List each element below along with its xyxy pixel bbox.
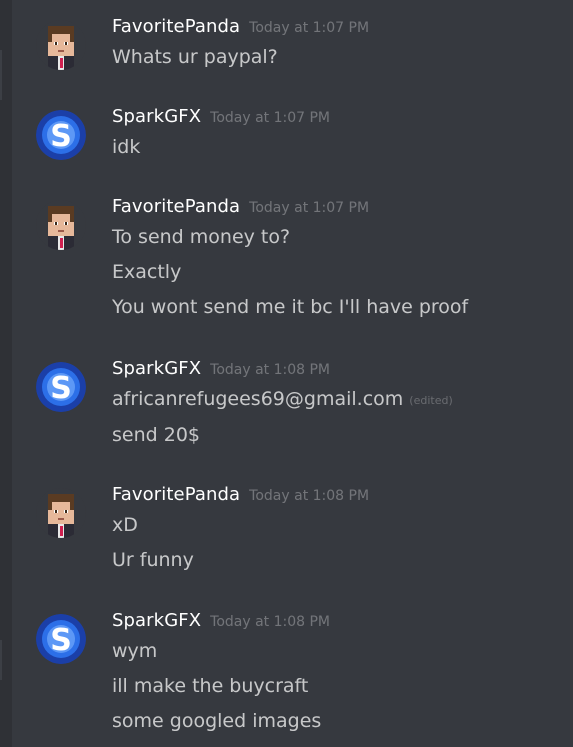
- message-header: FavoritePanda Today at 1:08 PM: [112, 482, 369, 508]
- email-text: africanrefugees69@gmail.com: [112, 388, 404, 410]
- svg-text:S: S: [50, 119, 72, 154]
- minecraft-character-avatar-icon: [36, 200, 86, 250]
- username[interactable]: SparkGFX: [112, 610, 201, 631]
- message-text: idk: [112, 136, 141, 158]
- message-text: Whats ur paypal?: [112, 46, 278, 68]
- message-text: Ur funny: [112, 549, 194, 571]
- username[interactable]: FavoritePanda: [112, 196, 240, 217]
- avatar[interactable]: [36, 488, 86, 538]
- username[interactable]: SparkGFX: [112, 358, 201, 379]
- avatar[interactable]: S: [36, 614, 86, 664]
- timestamp: Today at 1:08 PM: [210, 614, 331, 630]
- minecraft-character-avatar-icon: [36, 488, 86, 538]
- timestamp: Today at 1:07 PM: [249, 200, 370, 216]
- avatar[interactable]: S: [36, 362, 86, 412]
- message-text: You wont send me it bc I'll have proof: [112, 296, 469, 318]
- svg-text:S: S: [50, 623, 72, 658]
- svg-text:S: S: [50, 371, 72, 406]
- avatar[interactable]: [36, 200, 86, 250]
- timestamp: Today at 1:08 PM: [249, 488, 370, 504]
- message-text: send 20$: [112, 424, 200, 446]
- message-text: some googled images: [112, 710, 322, 732]
- timestamp: Today at 1:07 PM: [249, 20, 370, 36]
- avatar[interactable]: [36, 20, 86, 70]
- message-header: FavoritePanda Today at 1:07 PM: [112, 14, 369, 40]
- message-header: SparkGFX Today at 1:07 PM: [112, 104, 330, 130]
- timestamp: Today at 1:08 PM: [210, 362, 331, 378]
- blue-s-logo-avatar-icon: S: [36, 110, 86, 160]
- chat-window: FavoritePanda Today at 1:07 PM Whats ur p…: [0, 0, 573, 747]
- edited-label: (edited): [409, 394, 453, 407]
- username[interactable]: FavoritePanda: [112, 16, 240, 37]
- message-text: wym: [112, 640, 158, 662]
- message-text: ill make the buycraft: [112, 675, 309, 697]
- rail-scroll-marker-bottom[interactable]: [0, 640, 2, 680]
- username[interactable]: SparkGFX: [112, 106, 201, 127]
- message-header: SparkGFX Today at 1:08 PM: [112, 608, 330, 634]
- message-text: To send money to?: [112, 226, 291, 248]
- message-text: africanrefugees69@gmail.com (edited): [112, 386, 453, 414]
- message-list: FavoritePanda Today at 1:07 PM Whats ur p…: [12, 0, 573, 747]
- timestamp: Today at 1:07 PM: [210, 110, 331, 126]
- message-header: FavoritePanda Today at 1:07 PM: [112, 194, 369, 220]
- left-rail: [0, 0, 12, 747]
- message-text: Exactly: [112, 261, 182, 283]
- message-header: SparkGFX Today at 1:08 PM: [112, 356, 330, 382]
- minecraft-character-avatar-icon: [36, 20, 86, 70]
- blue-s-logo-avatar-icon: S: [36, 362, 86, 412]
- message-text: xD: [112, 514, 138, 536]
- username[interactable]: FavoritePanda: [112, 484, 240, 505]
- blue-s-logo-avatar-icon: S: [36, 614, 86, 664]
- avatar[interactable]: S: [36, 110, 86, 160]
- rail-scroll-marker[interactable]: [0, 50, 2, 100]
